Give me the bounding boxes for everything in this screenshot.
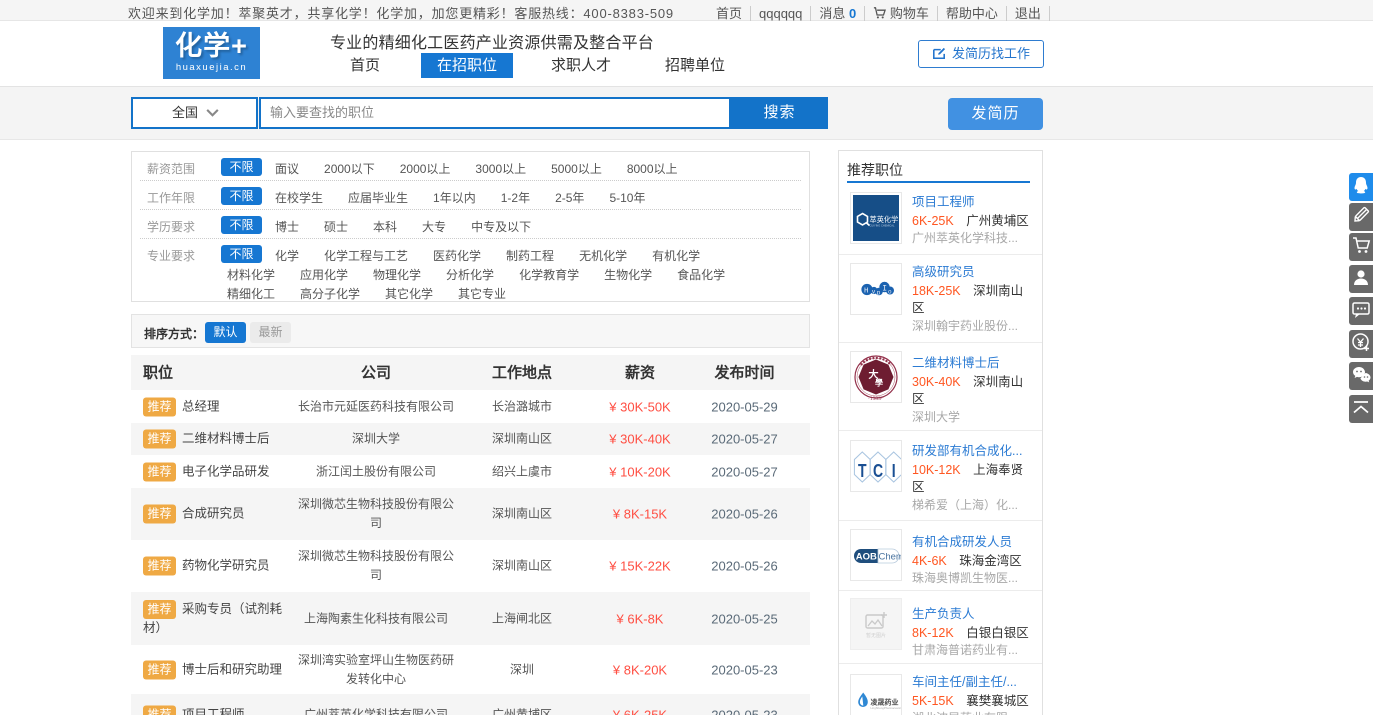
svg-text:Chem: Chem xyxy=(879,551,902,562)
svg-text:暂无图片: 暂无图片 xyxy=(866,632,886,639)
svg-text:學: 學 xyxy=(875,378,883,388)
svg-text:萃英化学: 萃英化学 xyxy=(870,215,899,224)
svg-text:LingShengPharmaceutical: LingShengPharmaceutical xyxy=(871,706,902,710)
svg-text:I: I xyxy=(892,461,896,481)
svg-text:H: H xyxy=(864,288,869,296)
svg-text:·1983·: ·1983· xyxy=(868,396,883,402)
svg-text:v: v xyxy=(872,288,876,295)
svg-text:o: o xyxy=(888,288,892,295)
svg-text:p: p xyxy=(877,289,881,296)
svg-text:T: T xyxy=(858,461,867,481)
svg-text:AOB: AOB xyxy=(856,551,877,562)
svg-text:I: I xyxy=(882,284,887,293)
svg-text:CUIYING CHEMICAL: CUIYING CHEMICAL xyxy=(870,224,895,228)
svg-text:C: C xyxy=(873,461,883,481)
